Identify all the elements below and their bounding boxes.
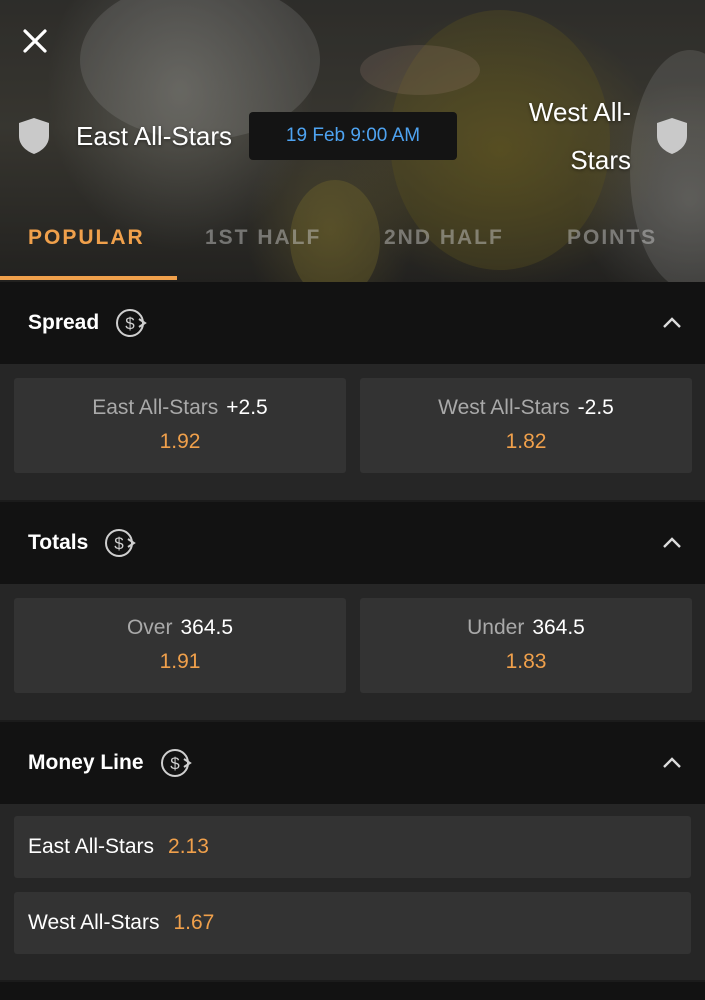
totals-title: Totals [28,531,89,554]
spread-selection-home[interactable]: East All-Stars +2.5 1.92 [14,378,346,473]
cash-out-icon: $ [105,529,137,557]
event-date-chip: 19 Feb 9:00 AM [249,112,457,160]
svg-text:$: $ [115,534,125,553]
tab-points[interactable]: POINTS [567,226,657,250]
tab-1st-half[interactable]: 1ST HALF [205,226,321,250]
next-section-header [0,982,705,1000]
active-tab-indicator [0,276,177,280]
market-tabs: POPULAR 1ST HALF 2ND HALF POINTS [0,214,705,282]
event-header: East All-Stars 19 Feb 9:00 AM West All-S… [0,0,705,282]
selection-team: West All-Stars [28,911,160,934]
tab-popular[interactable]: POPULAR [28,226,145,250]
close-button[interactable] [18,24,52,58]
money-line-selection-away[interactable]: West All-Stars 1.67 [14,892,691,954]
chevron-up-icon[interactable] [661,752,683,774]
selection-odds: 1.82 [505,430,547,453]
svg-text:$: $ [125,314,135,333]
selection-label: Under [467,616,525,639]
home-team-shield-icon [19,118,49,154]
selection-odds: 1.92 [159,430,201,453]
money-line-header[interactable]: Money Line $ [0,722,705,804]
spread-header[interactable]: Spread $ [0,282,705,364]
spread-section: Spread $ East All-Stars +2.5 1.92 West Al… [0,282,705,500]
cash-out-icon: $ [116,309,148,337]
selection-line: -2.5 [577,396,614,419]
selection-line: 364.5 [180,616,234,639]
tab-2nd-half[interactable]: 2ND HALF [384,226,504,250]
money-line-selection-home[interactable]: East All-Stars 2.13 [14,816,691,878]
totals-header[interactable]: Totals $ [0,502,705,584]
selection-team: West All-Stars [438,396,570,419]
home-team-name: East All-Stars [76,121,233,151]
money-line-title: Money Line [28,751,144,774]
money-line-section: Money Line $ East All-Stars 2.13 West Al… [0,722,705,980]
close-icon [23,29,47,53]
selection-odds: 1.91 [159,650,201,673]
chevron-up-icon[interactable] [661,312,683,334]
selection-team: East All-Stars [28,835,155,858]
selection-odds: 1.67 [173,911,215,934]
away-team-name: West All-Stars [528,97,631,175]
totals-selection-under[interactable]: Under 364.5 1.83 [360,598,692,693]
selection-odds: 2.13 [168,835,209,858]
chevron-up-icon[interactable] [661,532,683,554]
totals-selection-over[interactable]: Over 364.5 1.91 [14,598,346,693]
svg-text:$: $ [170,754,180,773]
selection-label: Over [126,616,173,639]
selection-team: East All-Stars [92,396,219,419]
selection-line: +2.5 [226,396,268,419]
spread-selection-away[interactable]: West All-Stars -2.5 1.82 [360,378,692,473]
away-team-shield-icon [657,118,687,154]
selection-odds: 1.83 [505,650,547,673]
totals-section: Totals $ Over 364.5 1.91 Under 364.5 1.83 [0,502,705,720]
spread-title: Spread [28,311,100,334]
cash-out-icon: $ [160,749,192,777]
selection-line: 364.5 [532,616,585,639]
